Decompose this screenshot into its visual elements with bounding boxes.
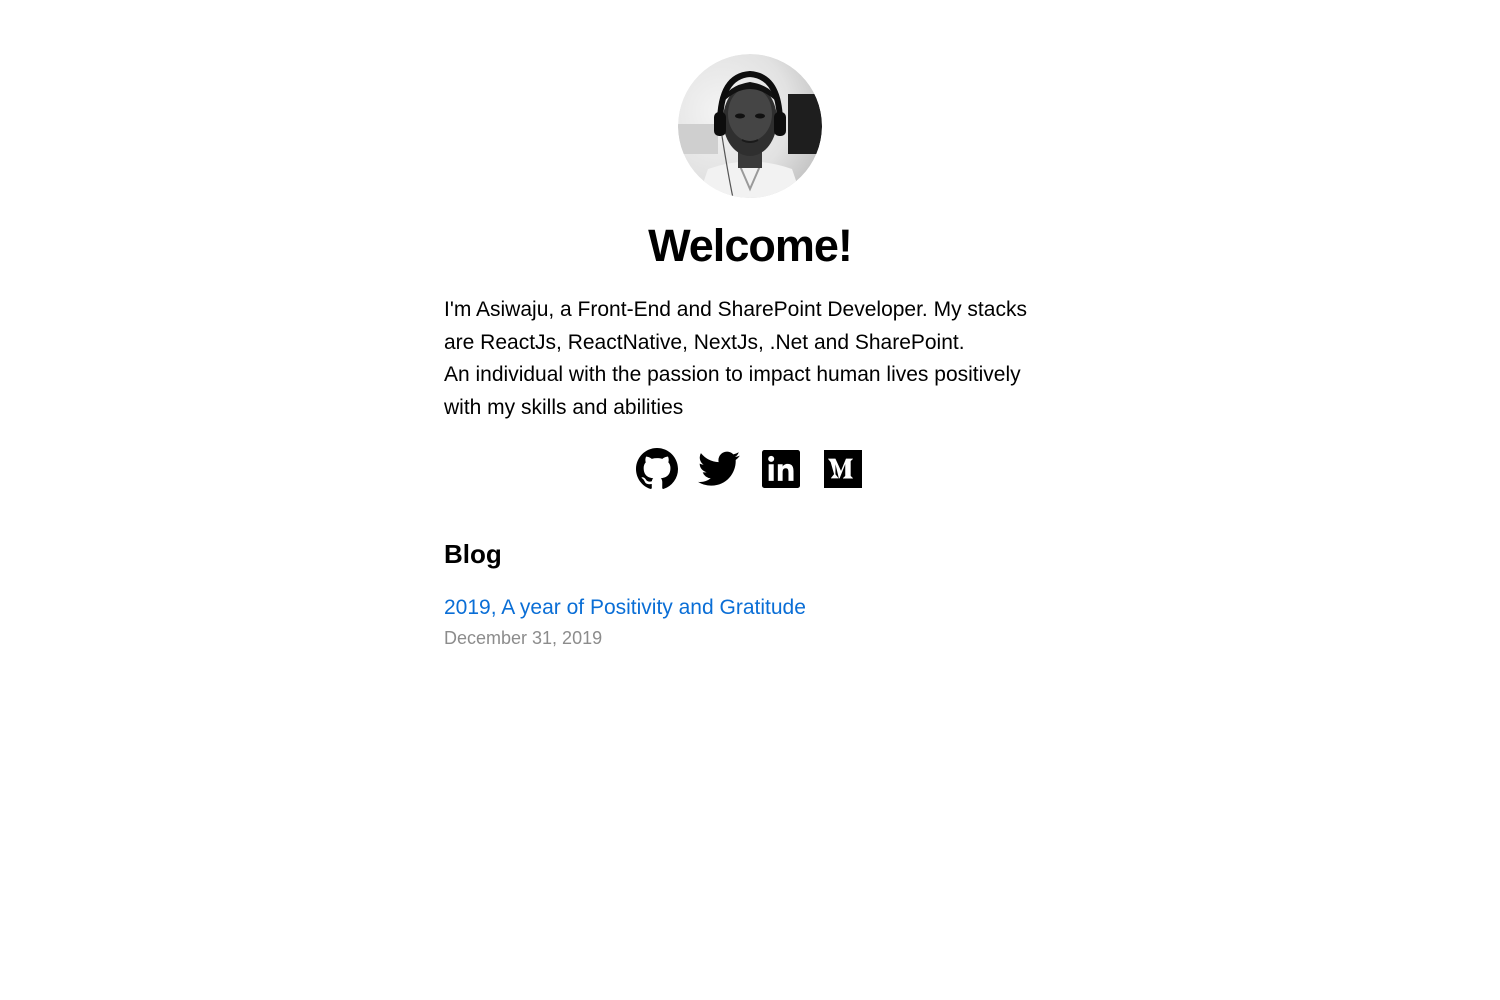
medium-icon bbox=[824, 450, 862, 488]
twitter-icon bbox=[698, 451, 740, 486]
avatar-wrapper bbox=[444, 54, 1056, 198]
linkedin-link[interactable] bbox=[760, 448, 802, 490]
github-link[interactable] bbox=[636, 448, 678, 490]
blog-post-date: December 31, 2019 bbox=[444, 628, 603, 648]
twitter-link[interactable] bbox=[698, 448, 740, 490]
page-title: Welcome! bbox=[648, 220, 853, 271]
main-content: Welcome! I'm Asiwaju, a Front-End and Sh… bbox=[444, 54, 1056, 650]
bio-paragraph: An individual with the passion to impact… bbox=[444, 363, 1021, 419]
medium-link[interactable] bbox=[822, 448, 864, 490]
social-links bbox=[444, 448, 1056, 490]
blog-heading: Blog bbox=[444, 539, 502, 569]
bio: I'm Asiwaju, a Front-End and SharePoint … bbox=[444, 294, 1056, 424]
blog-post: 2019, A year of Positivity and Gratitude… bbox=[444, 570, 1056, 650]
bio-paragraph: I'm Asiwaju, a Front-End and SharePoint … bbox=[444, 298, 1027, 354]
github-icon bbox=[636, 448, 678, 489]
blog-post-title-link[interactable]: 2019, A year of Positivity and Gratitude bbox=[444, 592, 806, 624]
linkedin-icon bbox=[762, 450, 800, 488]
page: Welcome! I'm Asiwaju, a Front-End and Sh… bbox=[0, 0, 1500, 1000]
avatar bbox=[678, 54, 822, 198]
